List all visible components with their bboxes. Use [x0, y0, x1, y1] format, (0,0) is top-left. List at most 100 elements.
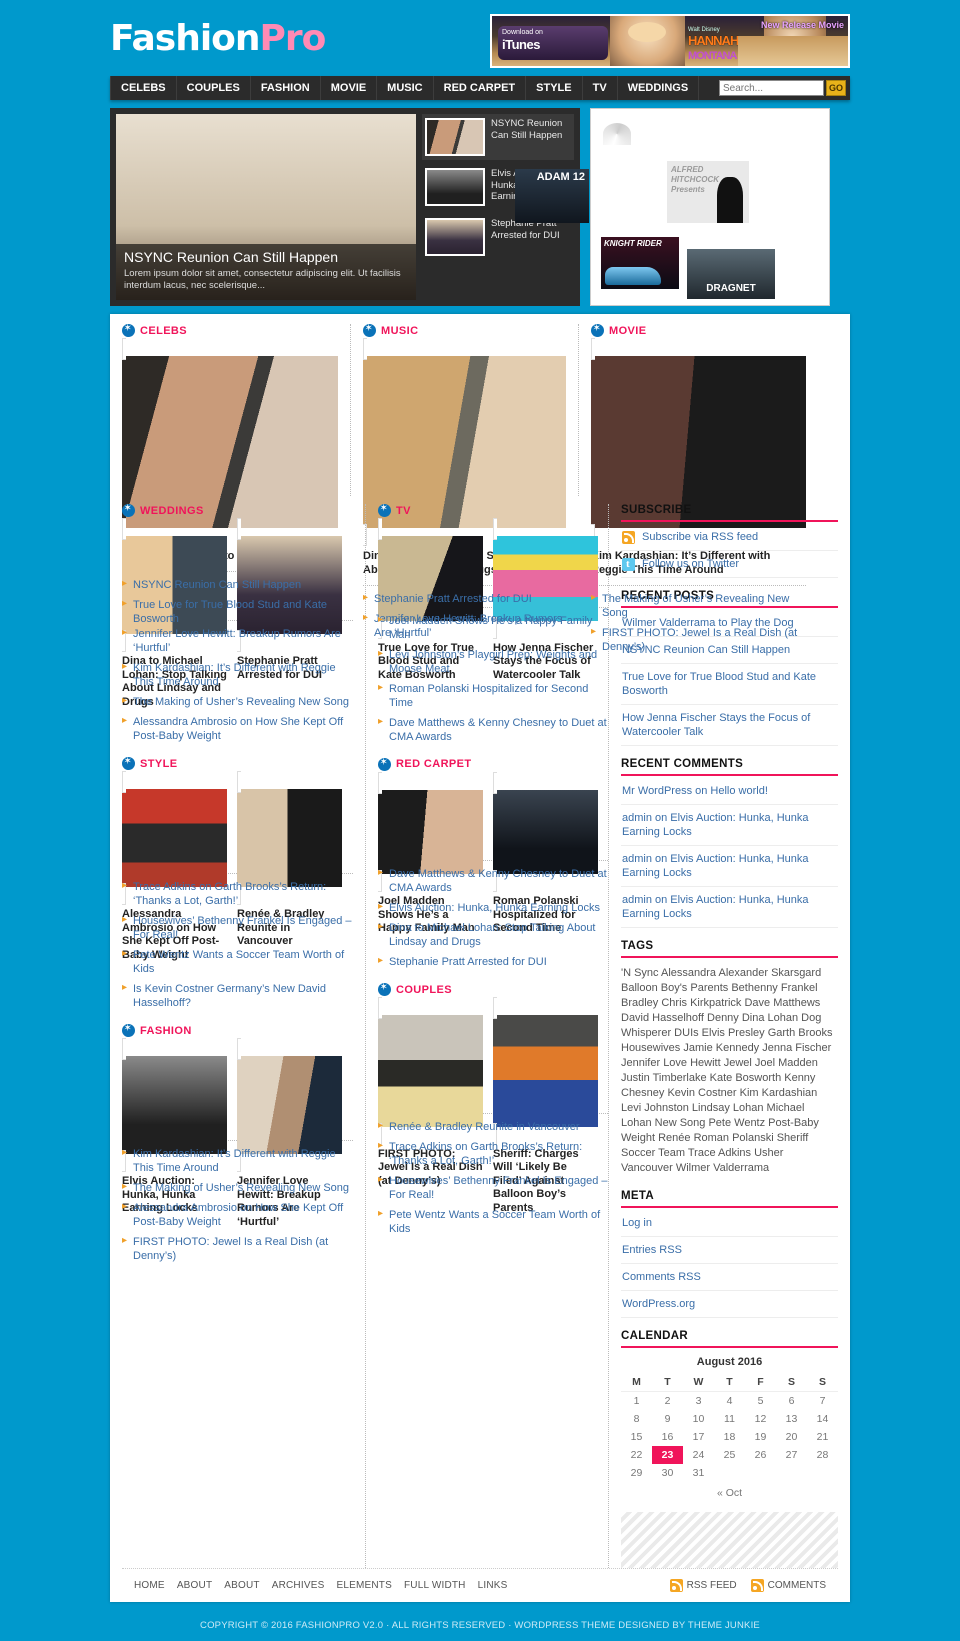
list-item-link[interactable]: Dave Matthews & Kenny Chesney to Duet at…: [389, 868, 607, 894]
list-item-link[interactable]: Housewives’ Bethenny Frankel Is Engaged …: [133, 915, 352, 941]
list-item[interactable]: Pete Wentz Wants a Soccer Team Worth of …: [378, 1207, 608, 1242]
list-item[interactable]: Dave Matthews & Kenny Chesney to Duet at…: [378, 866, 608, 901]
recent-post-item[interactable]: True Love for True Blood Stud and Kate B…: [621, 664, 838, 705]
subscribe-link[interactable]: Follow us on Twitter: [642, 557, 739, 571]
list-item-link[interactable]: Housewives’ Bethenny Frankel Is Engaged …: [389, 1175, 608, 1201]
meta-item[interactable]: Comments RSS: [621, 1264, 838, 1291]
calendar-prev-link[interactable]: « Oct: [621, 1482, 838, 1502]
calendar-day[interactable]: 19: [745, 1428, 776, 1446]
list-item[interactable]: Housewives’ Bethenny Frankel Is Engaged …: [378, 1173, 608, 1208]
calendar-day[interactable]: 6: [776, 1392, 807, 1411]
list-item[interactable]: Alessandra Ambrosio on How She Kept Off …: [122, 714, 353, 749]
nav-item-music[interactable]: MUSIC: [377, 76, 434, 100]
featured-main-post[interactable]: NSYNC Reunion Can Still Happen Lorem ips…: [116, 114, 416, 300]
footer-link[interactable]: ARCHIVES: [272, 1580, 325, 1591]
list-item-link[interactable]: Trace Adkins on Garth Brooks’s Return: ‘…: [389, 1141, 582, 1167]
nav-item-movie[interactable]: MOVIE: [321, 76, 378, 100]
list-item[interactable]: Trace Adkins on Garth Brooks’s Return: ‘…: [122, 879, 353, 914]
list-item-link[interactable]: Pete Wentz Wants a Soccer Team Worth of …: [389, 1209, 600, 1235]
header-banner-ad[interactable]: Download on iTunes Walt Disney HANNAH MO…: [490, 14, 850, 68]
calendar-day[interactable]: 22: [621, 1446, 652, 1464]
meta-item[interactable]: Entries RSS: [621, 1237, 838, 1264]
calendar-day[interactable]: 28: [807, 1446, 838, 1464]
list-item-link[interactable]: The Making of Usher’s Revealing New Song: [602, 593, 789, 619]
list-item[interactable]: Dave Matthews & Kenny Chesney to Duet at…: [378, 715, 608, 750]
list-item-link[interactable]: Pete Wentz Wants a Soccer Team Worth of …: [133, 949, 344, 975]
recent-comment-item-link[interactable]: admin on Elvis Auction: Hunka, Hunka Ear…: [622, 894, 809, 920]
list-item[interactable]: FIRST PHOTO: Jewel Is a Real Dish (at De…: [591, 625, 806, 660]
recent-comment-item-link[interactable]: admin on Elvis Auction: Hunka, Hunka Ear…: [622, 853, 809, 879]
meta-item-link[interactable]: Log in: [622, 1217, 652, 1229]
sidebar-banner-ad[interactable]: VINTAGE NBC Download on iTunes ALFRED HI…: [515, 108, 830, 306]
list-item-link[interactable]: Alessandra Ambrosio on How She Kept Off …: [133, 1202, 343, 1228]
list-item[interactable]: Kim Kardashian: It’s Different with Regg…: [122, 1146, 353, 1181]
calendar-day[interactable]: 1: [621, 1392, 652, 1411]
list-item[interactable]: Elvis Auction: Hunka, Hunka Earning Lock…: [378, 900, 608, 921]
calendar-day[interactable]: 9: [652, 1410, 683, 1428]
calendar-day-today[interactable]: 23: [652, 1446, 683, 1464]
nav-item-tv[interactable]: TV: [583, 76, 618, 100]
footer-link[interactable]: ABOUT: [224, 1580, 259, 1591]
calendar-day[interactable]: 13: [776, 1410, 807, 1428]
list-item[interactable]: Kim Kardashian: It’s Different with Regg…: [122, 660, 353, 695]
calendar-day[interactable]: 16: [652, 1428, 683, 1446]
list-item-link[interactable]: Jennifer Love Hewitt: Breakup Rumors Are…: [133, 628, 341, 654]
recent-comment-item-link[interactable]: admin on Elvis Auction: Hunka, Hunka Ear…: [622, 812, 809, 838]
list-item-link[interactable]: Levi Johnston’s Playgirl Prep: Weights a…: [389, 649, 597, 675]
search-input[interactable]: [719, 80, 824, 96]
nav-item-weddings[interactable]: WEDDINGS: [618, 76, 700, 100]
recent-post-item-link[interactable]: True Love for True Blood Stud and Kate B…: [622, 671, 816, 697]
recent-comment-item-link[interactable]: Mr WordPress on Hello world!: [622, 785, 768, 797]
recent-comment-item[interactable]: admin on Elvis Auction: Hunka, Hunka Ear…: [621, 887, 838, 928]
list-item[interactable]: Housewives’ Bethenny Frankel Is Engaged …: [122, 913, 353, 948]
list-item-link[interactable]: Stephanie Pratt Arrested for DUI: [374, 593, 532, 605]
calendar-day[interactable]: 15: [621, 1428, 652, 1446]
list-item-link[interactable]: Renée & Bradley Reunite in Vancouver: [389, 1121, 580, 1133]
list-item-link[interactable]: Trace Adkins on Garth Brooks’s Return: ‘…: [133, 881, 326, 907]
list-item[interactable]: FIRST PHOTO: Jewel Is a Real Dish (at De…: [122, 1234, 353, 1269]
calendar-day[interactable]: 20: [776, 1428, 807, 1446]
calendar-day[interactable]: 2: [652, 1392, 683, 1411]
recent-comment-item[interactable]: admin on Elvis Auction: Hunka, Hunka Ear…: [621, 846, 838, 887]
meta-item-link[interactable]: Comments RSS: [622, 1271, 701, 1283]
calendar-day[interactable]: 21: [807, 1428, 838, 1446]
calendar-day[interactable]: 4: [714, 1392, 745, 1411]
calendar-day[interactable]: 10: [683, 1410, 714, 1428]
calendar-day[interactable]: 8: [621, 1410, 652, 1428]
list-item-link[interactable]: Elvis Auction: Hunka, Hunka Earning Lock…: [389, 902, 600, 914]
meta-item-link[interactable]: WordPress.org: [622, 1298, 695, 1310]
nav-item-fashion[interactable]: FASHION: [251, 76, 321, 100]
tag-cloud[interactable]: 'N Sync Alessandra Alexander Skarsgard B…: [621, 960, 838, 1178]
footer-feed-item[interactable]: COMMENTS: [750, 1579, 826, 1592]
list-item-link[interactable]: FIRST PHOTO: Jewel Is a Real Dish (at De…: [602, 627, 797, 653]
recent-comment-item[interactable]: admin on Elvis Auction: Hunka, Hunka Ear…: [621, 805, 838, 846]
list-item-link[interactable]: Is Kevin Costner Germany’s New David Has…: [133, 983, 326, 1009]
list-item[interactable]: Pete Wentz Wants a Soccer Team Worth of …: [122, 947, 353, 982]
calendar-day[interactable]: 5: [745, 1392, 776, 1411]
calendar-day[interactable]: 31: [683, 1464, 714, 1482]
nav-item-couples[interactable]: COUPLES: [177, 76, 251, 100]
list-item-link[interactable]: Dave Matthews & Kenny Chesney to Duet at…: [389, 717, 607, 743]
footer-link[interactable]: FULL WIDTH: [404, 1580, 466, 1591]
footer-link[interactable]: LINKS: [478, 1580, 508, 1591]
list-item[interactable]: Is Kevin Costner Germany’s New David Has…: [122, 981, 353, 1016]
subscribe-item[interactable]: Follow us on Twitter: [621, 551, 838, 578]
list-item-link[interactable]: Kim Kardashian: It’s Different with Regg…: [133, 1148, 336, 1174]
calendar-day[interactable]: 7: [807, 1392, 838, 1411]
list-item-link[interactable]: The Making of Usher’s Revealing New Song: [133, 696, 349, 708]
list-item[interactable]: Joel Madden Shows He’s a Happy Family Ma…: [378, 613, 608, 648]
subscribe-item[interactable]: Subscribe via RSS feed: [621, 524, 838, 551]
list-item-link[interactable]: True Love for True Blood Stud and Kate B…: [133, 599, 327, 625]
list-item[interactable]: Stephanie Pratt Arrested for DUI: [363, 591, 566, 612]
calendar-day[interactable]: 18: [714, 1428, 745, 1446]
calendar-day[interactable]: 29: [621, 1464, 652, 1482]
calendar-day[interactable]: 12: [745, 1410, 776, 1428]
list-item[interactable]: NSYNC Reunion Can Still Happen: [122, 577, 338, 598]
calendar-day[interactable]: 11: [714, 1410, 745, 1428]
search-submit-button[interactable]: GO: [826, 80, 846, 96]
list-item[interactable]: Roman Polanski Hospitalized for Second T…: [378, 681, 608, 716]
list-item[interactable]: The Making of Usher’s Revealing New Song: [591, 591, 806, 626]
list-item-link[interactable]: NSYNC Reunion Can Still Happen: [133, 579, 301, 591]
footer-link[interactable]: HOME: [134, 1580, 165, 1591]
list-item-link[interactable]: Dina to Michael Lohan: Stop Talking Abou…: [389, 922, 596, 948]
